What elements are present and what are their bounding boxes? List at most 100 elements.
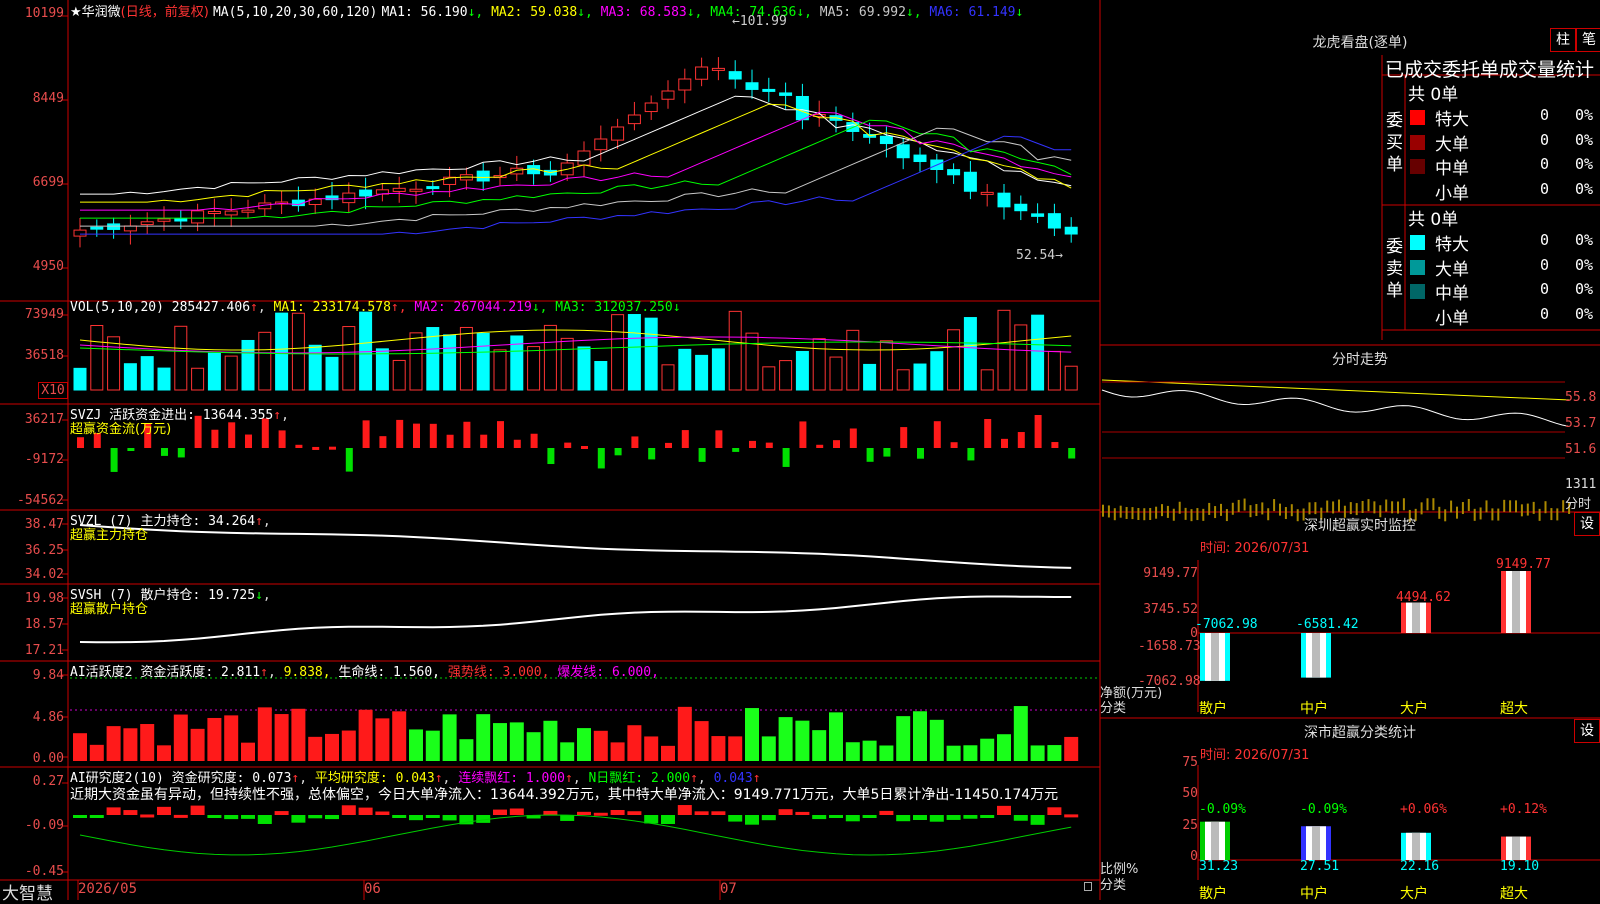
volume-bar <box>258 331 272 391</box>
lhb-row-label: 中单 <box>1435 159 1469 179</box>
fund-flow-bar <box>597 448 605 469</box>
candle-body <box>359 189 373 197</box>
fund-flow-bar <box>715 430 723 448</box>
research-bar <box>173 814 188 818</box>
stock-name: 华润微 <box>81 5 121 20</box>
legend-item: MA3: 312037.250↓ <box>555 300 680 315</box>
volume-bar <box>459 326 473 391</box>
volume-bar <box>560 337 574 391</box>
activity-bar <box>493 723 507 761</box>
fenshi-axis-label: 53.7 <box>1565 416 1597 431</box>
intraday-volume-bar <box>1178 501 1181 514</box>
activity-bar <box>593 730 608 761</box>
fund-flow-bar <box>177 448 185 458</box>
intraday-volume-bar <box>1196 508 1199 521</box>
lhb-row-count: 0 <box>1540 231 1550 249</box>
lock-icon[interactable] <box>1084 882 1092 891</box>
intraday-volume-bar <box>1397 501 1399 514</box>
fund-flow-bar <box>967 448 975 461</box>
intraday-volume-bar <box>1503 499 1506 512</box>
intraday-volume-bar <box>1161 504 1163 517</box>
intraday-volume-bar <box>1526 503 1529 516</box>
intraday-volume-bar <box>1538 508 1541 521</box>
lhb-row-count: 0 <box>1540 155 1550 173</box>
monitor-settings-button[interactable]: 设 <box>1574 512 1600 536</box>
candle-body <box>157 218 171 222</box>
legend-value: MA3: 312037.250 <box>555 300 673 315</box>
research-bar <box>89 815 104 818</box>
research-bar <box>946 815 961 820</box>
chart-canvas[interactable] <box>0 0 1600 900</box>
intraday-volume-bar <box>1402 498 1405 511</box>
volume-bar <box>140 356 154 391</box>
activity-bar <box>257 707 272 761</box>
vol-axis-label: 73949 <box>24 307 64 322</box>
volume-bar <box>1064 365 1078 391</box>
fund-flow-bar <box>211 429 219 448</box>
lhb-row-pct: 0% <box>1575 155 1594 173</box>
research-bar <box>409 815 423 821</box>
candle-body <box>510 167 524 175</box>
intraday-volume-bar <box>1107 505 1110 518</box>
volume-bar <box>443 334 457 391</box>
activity-bar <box>694 721 709 761</box>
volume-bar <box>207 352 221 391</box>
lhb-row-pct: 0% <box>1575 106 1594 124</box>
brand-label: 大智慧 <box>2 884 53 904</box>
candle-body <box>1014 203 1028 212</box>
activity-bar <box>728 736 743 761</box>
research-bar <box>224 815 239 820</box>
intraday-volume-bar <box>1220 503 1222 516</box>
volume-bar <box>829 356 843 391</box>
legend-value: MA1: 56.190 <box>381 5 468 20</box>
activity-bar <box>325 733 339 761</box>
activity-bar <box>207 717 222 761</box>
candle-body <box>123 225 137 232</box>
activity-bar <box>241 742 255 761</box>
legend-value: MA5: 69.992 <box>819 5 906 20</box>
sell-total: 共 0单 <box>1408 210 1459 230</box>
intraday-volume-bar <box>1491 508 1494 521</box>
candle-body <box>963 171 977 192</box>
activity-bar <box>946 745 961 761</box>
intraday-volume-bar <box>1208 502 1211 515</box>
activity-bar <box>862 740 877 761</box>
activity-bar <box>997 734 1011 761</box>
research-bar <box>929 815 944 822</box>
fund-flow-bar <box>161 448 168 456</box>
column-mode-button[interactable]: 柱 <box>1550 28 1576 52</box>
volume-bar <box>325 356 339 391</box>
candle-body <box>1031 213 1045 217</box>
legend-item: MA6: 61.149↓ <box>929 5 1023 20</box>
intraday-volume-bar <box>1119 505 1122 518</box>
candle-body <box>661 90 675 100</box>
price-axis-label: 10199 <box>24 6 64 21</box>
ai2-axis-label: -0.09 <box>24 818 64 833</box>
volume-bar <box>291 312 305 391</box>
intraday-volume-bar <box>1102 504 1104 517</box>
volume-bar <box>661 364 675 391</box>
activity-bar <box>711 736 726 761</box>
research-bar <box>661 815 675 824</box>
fund-flow-bar <box>329 446 336 450</box>
fund-flow-bar <box>648 448 656 460</box>
volume-bar <box>157 367 171 391</box>
intraday-volume-bar <box>1367 499 1370 512</box>
fund-flow-bar <box>681 430 689 448</box>
intraday-volume-bar <box>1113 508 1116 521</box>
research-bar <box>778 809 793 815</box>
fund-flow-bar <box>513 439 521 448</box>
classify-pct: 19.10 <box>1500 859 1540 874</box>
fund-flow-bar <box>782 448 790 467</box>
tick-mode-button[interactable]: 笔 <box>1576 28 1600 52</box>
fund-flow-bar <box>631 436 639 448</box>
classify-pct: 31.23 <box>1199 859 1239 874</box>
activity-bar <box>879 745 894 761</box>
vol-pane-header: VOL(5,10,20) 285427.406↑, MA1: 233174.57… <box>70 300 681 315</box>
fund-flow-bar <box>849 428 857 448</box>
research-bar <box>341 805 356 815</box>
classify-settings-button[interactable]: 设 <box>1574 719 1600 743</box>
research-bar <box>980 815 995 818</box>
sell-side-label: 委卖单 <box>1386 237 1403 301</box>
volume-bar <box>678 348 692 391</box>
